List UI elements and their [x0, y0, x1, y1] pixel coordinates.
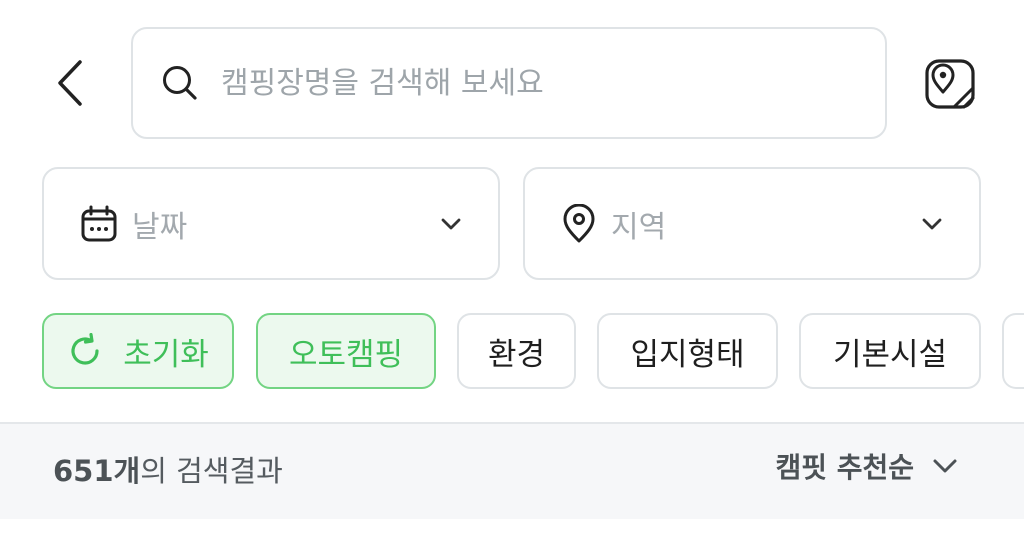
- result-count: 651개의 검색결과: [53, 448, 283, 490]
- results-bar: 651개의 검색결과 캠핏 추천순: [0, 422, 1024, 519]
- filter-chip-environment[interactable]: 환경: [457, 313, 576, 389]
- back-arrow-icon: [58, 60, 82, 106]
- chevron-down-icon: [933, 459, 957, 473]
- search-icon: [163, 66, 197, 100]
- calendar-icon: [81, 205, 117, 241]
- chip-label: 입지형태: [630, 336, 745, 373]
- map-icon: [925, 59, 975, 109]
- date-select-label: 날짜: [132, 209, 188, 245]
- chevron-down-icon: [922, 218, 942, 229]
- reset-filter-chip[interactable]: 초기화: [42, 313, 234, 389]
- date-select[interactable]: 날짜: [42, 167, 500, 280]
- filter-chip-basic-facilities[interactable]: 기본시설: [799, 313, 981, 389]
- sort-label: 캠핏 추천순: [775, 451, 914, 484]
- chip-label: 오토캠핑: [288, 336, 404, 373]
- result-count-number: 651개: [53, 454, 141, 488]
- chip-label: 초기화: [123, 336, 209, 373]
- chip-label: 환경: [487, 336, 546, 373]
- location-pin-icon: [563, 203, 595, 242]
- region-select[interactable]: 지역: [523, 167, 981, 280]
- filter-chip-autocamping[interactable]: 오토캠핑: [256, 313, 436, 389]
- chevron-down-icon: [441, 218, 461, 229]
- chip-label: 기본시설: [832, 336, 948, 373]
- sort-dropdown[interactable]: 캠핏 추천순: [775, 446, 958, 486]
- back-button[interactable]: [44, 52, 96, 114]
- map-view-button[interactable]: [918, 52, 982, 116]
- filter-chip-overflow[interactable]: [1002, 313, 1024, 389]
- region-select-label: 지역: [611, 209, 667, 245]
- filter-chip-location-type[interactable]: 입지형태: [597, 313, 778, 389]
- result-count-suffix: 의 검색결과: [140, 454, 283, 488]
- search-bar[interactable]: [131, 27, 887, 139]
- refresh-icon: [71, 333, 99, 365]
- search-input[interactable]: [219, 64, 843, 102]
